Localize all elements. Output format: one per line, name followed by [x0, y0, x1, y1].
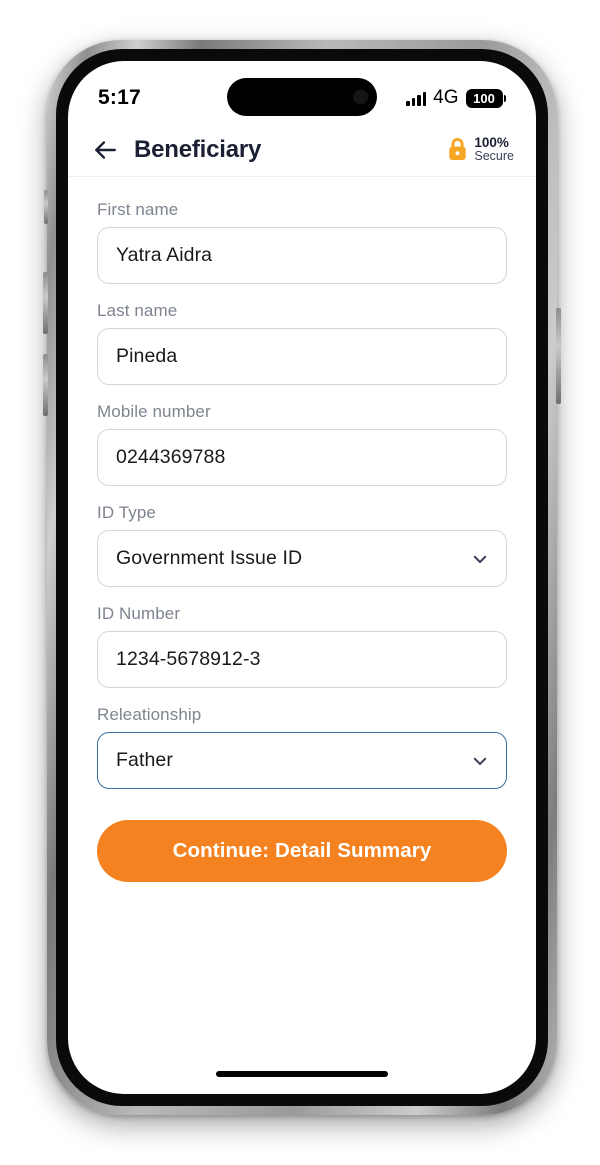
field-group-first-name: First name Yatra Aidra	[97, 200, 507, 284]
front-camera-icon	[353, 89, 368, 105]
relationship-value: Father	[116, 749, 173, 771]
beneficiary-form: First name Yatra Aidra Last name Pineda …	[68, 178, 536, 882]
field-label-mobile-number: Mobile number	[97, 402, 211, 421]
battery-full-icon: 100	[465, 88, 506, 108]
field-label-relationship: Releationship	[97, 705, 202, 724]
secure-badge: 100% Secure	[447, 134, 514, 164]
id-number-input[interactable]: 1234-5678912-3	[97, 631, 507, 688]
phone-bezel: 5:17 4G 100 Beneficiary 100% Secure Firs…	[56, 49, 548, 1106]
secure-badge-text: 100% Secure	[474, 134, 514, 164]
first-name-value: Yatra Aidra	[116, 244, 213, 266]
app-header: Beneficiary 100% Secure	[68, 123, 536, 177]
signal-bars-icon	[406, 91, 427, 106]
home-indicator[interactable]	[216, 1071, 388, 1077]
field-label-id-number: ID Number	[97, 604, 181, 623]
lock-icon	[449, 138, 467, 161]
dynamic-island	[227, 78, 377, 116]
field-group-mobile-number: Mobile number 0244369788	[97, 402, 507, 486]
field-label-first-name: First name	[97, 200, 179, 219]
page-title: Beneficiary	[134, 135, 262, 163]
phone-screen: 5:17 4G 100 Beneficiary 100% Secure Firs…	[68, 61, 536, 1094]
field-group-last-name: Last name Pineda	[97, 301, 507, 385]
field-group-relationship: Releationship Father	[97, 705, 507, 789]
status-bar-network: 4G	[433, 87, 459, 108]
phone-frame: 5:17 4G 100 Beneficiary 100% Secure Firs…	[43, 40, 561, 1115]
field-group-id-number: ID Number 1234-5678912-3	[97, 604, 507, 688]
mobile-number-value: 0244369788	[116, 446, 226, 468]
last-name-value: Pineda	[116, 345, 178, 367]
first-name-input[interactable]: Yatra Aidra	[97, 227, 507, 284]
id-type-value: Government Issue ID	[116, 547, 303, 569]
mobile-number-input[interactable]: 0244369788	[97, 429, 507, 486]
status-bar-indicators: 4G 100	[406, 87, 506, 109]
id-number-value: 1234-5678912-3	[116, 648, 261, 670]
last-name-input[interactable]: Pineda	[97, 328, 507, 385]
id-type-select[interactable]: Government Issue ID	[97, 530, 507, 587]
battery-level-text: 100	[473, 90, 495, 106]
chevron-down-icon[interactable]	[471, 752, 489, 770]
volume-up-button[interactable]	[43, 272, 48, 334]
field-label-id-type: ID Type	[97, 503, 156, 522]
status-bar-time: 5:17	[98, 86, 141, 109]
chevron-down-icon[interactable]	[471, 550, 489, 568]
silent-switch-button[interactable]	[44, 190, 48, 224]
field-group-id-type: ID Type Government Issue ID	[97, 503, 507, 587]
power-button[interactable]	[556, 308, 561, 404]
relationship-select[interactable]: Father	[97, 732, 507, 789]
secure-label: Secure	[474, 149, 514, 164]
cta-container: Continue: Detail Summary	[97, 806, 507, 882]
secure-percent: 100%	[474, 134, 509, 150]
field-label-last-name: Last name	[97, 301, 178, 320]
continue-detail-summary-button[interactable]: Continue: Detail Summary	[97, 820, 507, 882]
arrow-left-icon[interactable]	[92, 137, 118, 163]
volume-down-button[interactable]	[43, 354, 48, 416]
